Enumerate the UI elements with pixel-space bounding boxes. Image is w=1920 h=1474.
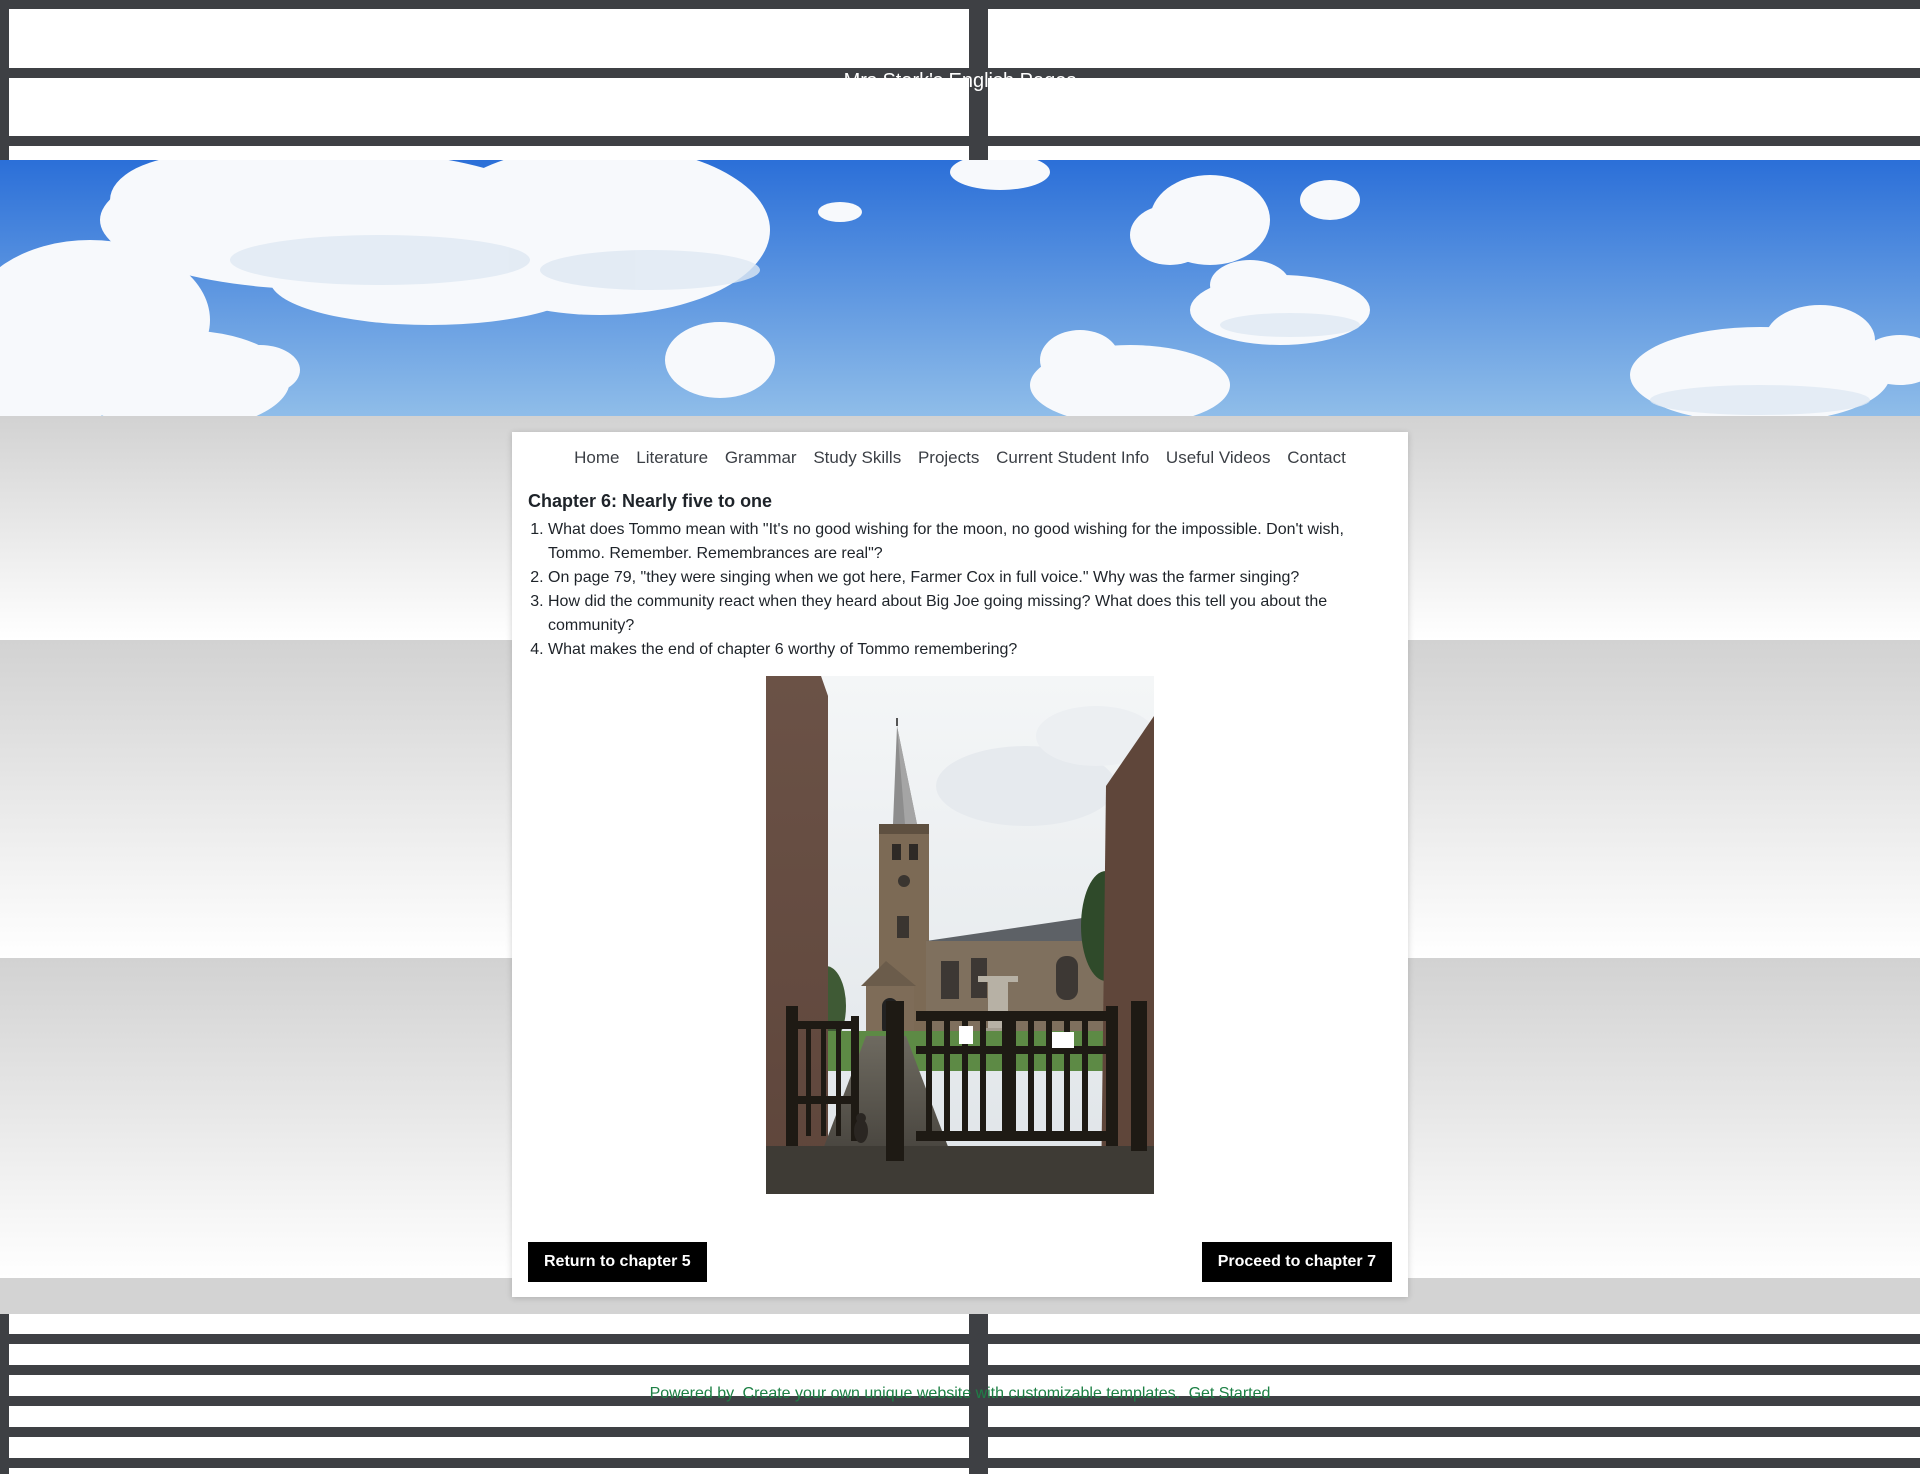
- site-title[interactable]: Mrs Stark's English Pages: [0, 67, 1920, 95]
- content-card: Home Literature Grammar Study Skills Pro…: [512, 432, 1408, 1297]
- chapter-content: Chapter 6: Nearly five to one What does …: [528, 488, 1388, 662]
- proceed-to-chapter-7-button[interactable]: Proceed to chapter 7: [1201, 1242, 1392, 1282]
- question-item: What does Tommo mean with "It's no good …: [548, 518, 1388, 566]
- nav-item-contact[interactable]: Contact: [1287, 444, 1346, 472]
- nav-item-literature[interactable]: Literature: [636, 444, 708, 472]
- question-item: How did the community react when they he…: [548, 590, 1388, 638]
- question-list: What does Tommo mean with "It's no good …: [528, 518, 1388, 662]
- powered-by-text: Powered by: [649, 1385, 735, 1402]
- footer-promo: Powered by Create your own unique websit…: [0, 1383, 1920, 1405]
- return-to-chapter-5-button[interactable]: Return to chapter 5: [528, 1242, 707, 1282]
- chapter-heading: Chapter 6: Nearly five to one: [528, 491, 773, 511]
- get-started-link[interactable]: Get Started: [1189, 1385, 1271, 1402]
- church-photo: [766, 676, 1154, 1194]
- nav-item-home[interactable]: Home: [574, 444, 619, 472]
- nav-item-current-student-info[interactable]: Current Student Info: [996, 444, 1149, 472]
- sky-banner-image: [0, 160, 1920, 416]
- question-item: What makes the end of chapter 6 worthy o…: [548, 638, 1388, 662]
- question-item: On page 79, "they were singing when we g…: [548, 566, 1388, 590]
- nav-item-projects[interactable]: Projects: [918, 444, 979, 472]
- nav-item-grammar[interactable]: Grammar: [725, 444, 797, 472]
- main-nav: Home Literature Grammar Study Skills Pro…: [512, 444, 1408, 472]
- nav-item-study-skills[interactable]: Study Skills: [813, 444, 901, 472]
- nav-item-useful-videos[interactable]: Useful Videos: [1166, 444, 1271, 472]
- create-website-link[interactable]: Create your own unique website with cust…: [743, 1385, 1181, 1402]
